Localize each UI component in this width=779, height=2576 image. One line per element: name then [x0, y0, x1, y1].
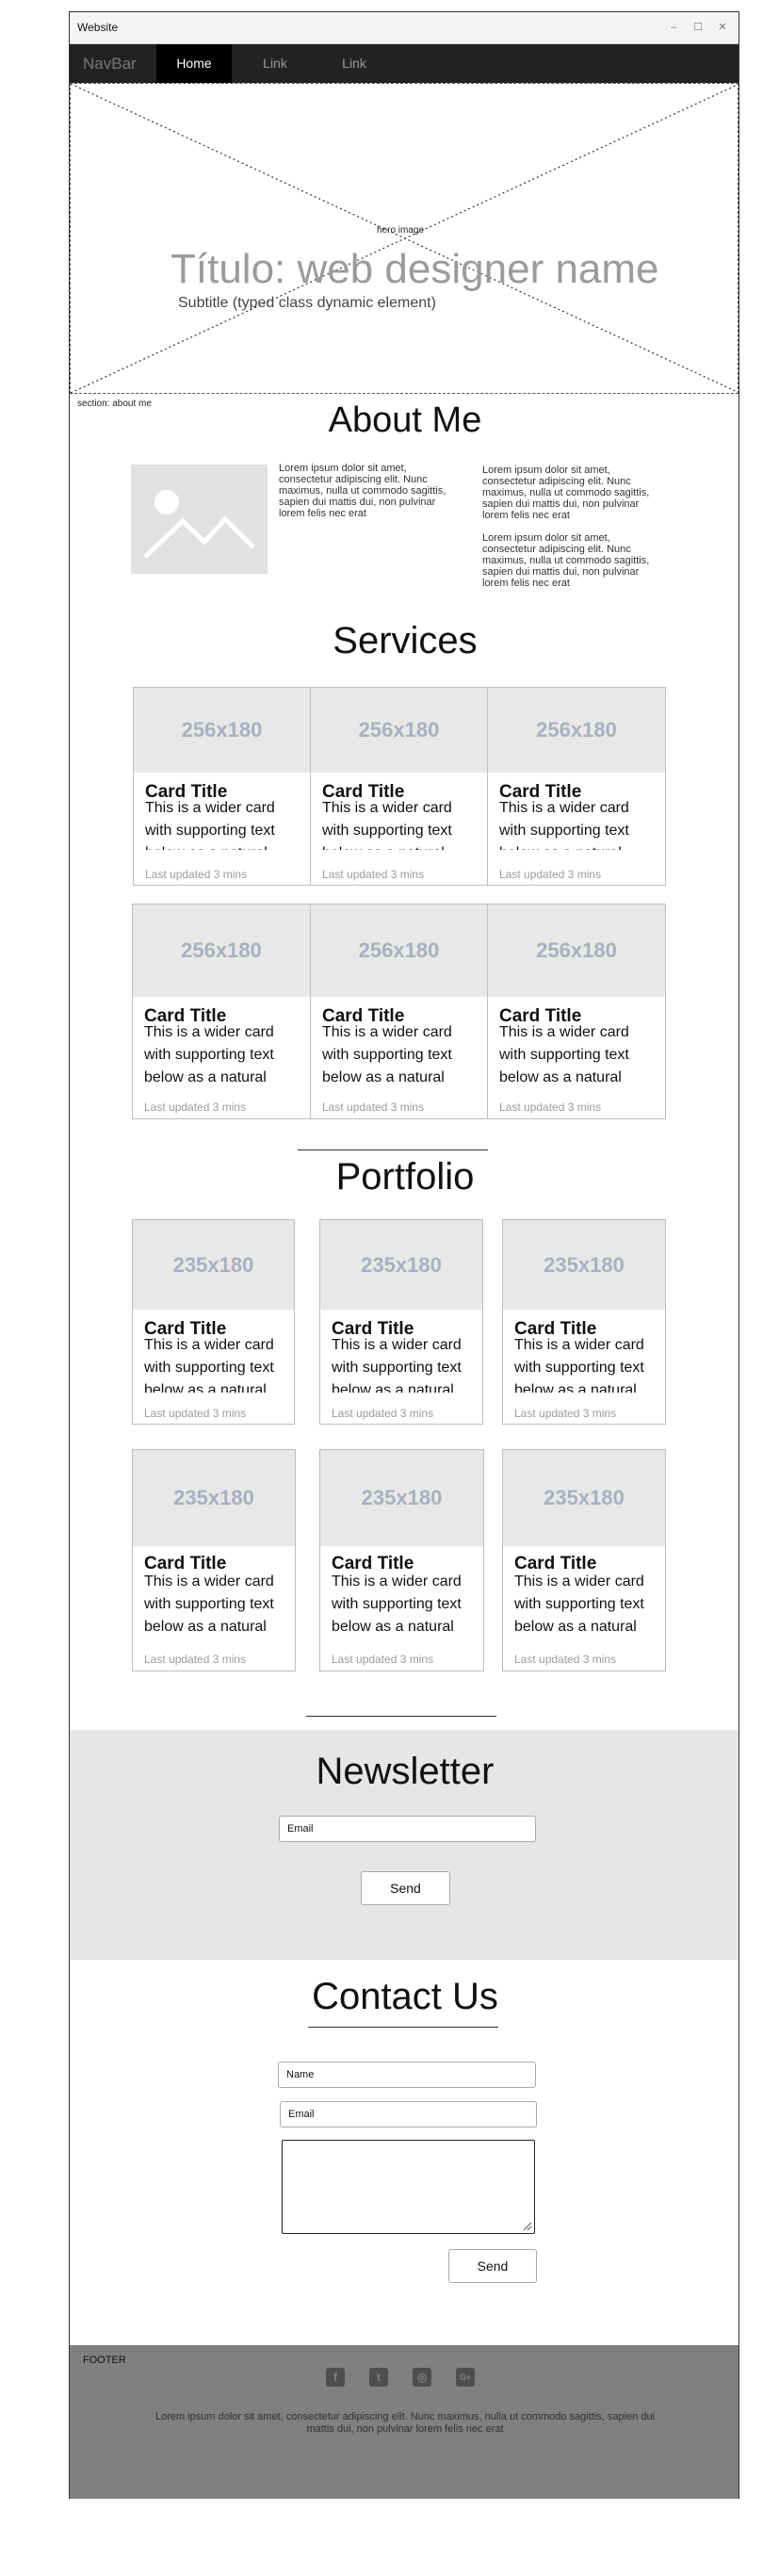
- contact-name-input[interactable]: Name: [278, 2062, 536, 2088]
- service-card[interactable]: 256x180 Card Title This is a wider card …: [132, 904, 311, 1119]
- portfolio-divider: [298, 1149, 488, 1150]
- facebook-icon[interactable]: f: [326, 2368, 345, 2387]
- card-image: 235x180: [320, 1220, 482, 1310]
- service-card[interactable]: 256x180 Card Title This is a wider card …: [310, 904, 488, 1119]
- maximize-icon[interactable]: ☐: [691, 21, 705, 34]
- service-card[interactable]: 256x180 Card Title This is a wider card …: [133, 687, 311, 886]
- card-image: 256x180: [488, 688, 665, 773]
- card-text: This is a wider card with supporting tex…: [332, 1337, 462, 1393]
- card-text: This is a wider card with supporting tex…: [145, 800, 275, 850]
- card-image: 256x180: [311, 905, 487, 997]
- card-footer: Last updated 3 mins: [322, 868, 425, 881]
- contact-divider: [308, 2027, 498, 2028]
- about-heading: About Me: [328, 400, 482, 440]
- footer-label: FOOTER: [83, 2355, 126, 2366]
- window-title: Website: [77, 21, 119, 34]
- portfolio-heading: Portfolio: [335, 1156, 475, 1198]
- card-footer: Last updated 3 mins: [144, 1101, 247, 1114]
- footer-text: Lorem ipsum dolor sit amet, consectetur …: [154, 2411, 656, 2435]
- contact-send-button[interactable]: Send: [448, 2249, 537, 2283]
- contact-heading: Contact Us: [312, 1976, 498, 2017]
- about-text-col2b: Lorem ipsum dolor sit amet, consectetur …: [482, 532, 650, 589]
- card-text: This is a wider card with supporting tex…: [144, 1024, 274, 1085]
- service-card[interactable]: 256x180 Card Title This is a wider card …: [487, 687, 666, 886]
- navbar-brand[interactable]: NavBar: [83, 55, 137, 73]
- newsletter-section: Newsletter Email Send: [70, 1730, 738, 1960]
- about-text-col2a: Lorem ipsum dolor sit amet, consectetur …: [482, 465, 650, 521]
- card-image: 235x180: [503, 1220, 665, 1310]
- about-text-col1: Lorem ipsum dolor sit amet, consectetur …: [279, 463, 446, 519]
- nav-link-1[interactable]: Link: [237, 44, 313, 83]
- card-footer: Last updated 3 mins: [499, 1101, 602, 1114]
- hero-subtitle: Subtitle (typed class dynamic element): [178, 295, 436, 311]
- card-image: 235x180: [133, 1220, 294, 1310]
- card-footer: Last updated 3 mins: [499, 868, 602, 881]
- newsletter-email-input[interactable]: Email: [279, 1816, 536, 1842]
- nav-link-home[interactable]: Home: [156, 44, 232, 83]
- contact-message-textarea[interactable]: [282, 2140, 535, 2234]
- service-card[interactable]: 256x180 Card Title This is a wider card …: [487, 904, 666, 1119]
- hero-image-label: hero image: [377, 225, 425, 236]
- card-footer: Last updated 3 mins: [514, 1407, 617, 1420]
- newsletter-divider: [306, 1716, 496, 1717]
- portfolio-card[interactable]: 235x180 Card Title This is a wider card …: [502, 1219, 666, 1425]
- card-image: 256x180: [488, 905, 665, 997]
- newsletter-send-button[interactable]: Send: [361, 1871, 450, 1905]
- card-text: This is a wider card with supporting tex…: [499, 1024, 629, 1085]
- card-text: This is a wider card with supporting tex…: [499, 800, 629, 850]
- nav-link-2[interactable]: Link: [316, 44, 392, 83]
- about-image-icon: [131, 465, 268, 574]
- hero-image-placeholder: hero image Título: web designer name Sub…: [70, 83, 739, 394]
- card-image: 235x180: [503, 1450, 665, 1546]
- card-image: 256x180: [311, 688, 487, 773]
- card-image: 235x180: [320, 1450, 483, 1546]
- close-icon[interactable]: ✕: [716, 21, 729, 34]
- card-footer: Last updated 3 mins: [322, 1101, 425, 1114]
- card-footer: Last updated 3 mins: [144, 1653, 247, 1666]
- portfolio-card[interactable]: 235x180 Card Title This is a wider card …: [502, 1449, 666, 1671]
- card-image: 235x180: [133, 1450, 295, 1546]
- card-text: This is a wider card with supporting tex…: [144, 1573, 274, 1635]
- services-heading: Services: [333, 620, 478, 661]
- newsletter-heading: Newsletter: [316, 1751, 495, 1792]
- twitter-icon[interactable]: t: [369, 2368, 388, 2387]
- portfolio-card[interactable]: 235x180 Card Title This is a wider card …: [319, 1219, 483, 1425]
- card-footer: Last updated 3 mins: [144, 1407, 247, 1420]
- minimize-icon[interactable]: –: [667, 21, 680, 34]
- card-text: This is a wider card with supporting tex…: [322, 800, 452, 850]
- card-text: This is a wider card with supporting tex…: [514, 1573, 644, 1635]
- portfolio-card[interactable]: 235x180 Card Title This is a wider card …: [132, 1449, 296, 1671]
- card-footer: Last updated 3 mins: [514, 1653, 617, 1666]
- google-plus-icon[interactable]: G+: [456, 2368, 475, 2387]
- resize-handle-icon[interactable]: [523, 2222, 532, 2231]
- card-footer: Last updated 3 mins: [332, 1653, 434, 1666]
- card-text: This is a wider card with supporting tex…: [332, 1573, 462, 1635]
- card-image: 256x180: [134, 688, 310, 773]
- portfolio-card[interactable]: 235x180 Card Title This is a wider card …: [319, 1449, 484, 1671]
- hero-cross-lines: [71, 84, 739, 393]
- portfolio-card[interactable]: 235x180 Card Title This is a wider card …: [132, 1219, 295, 1425]
- footer: FOOTER f t ◎ G+ Lorem ipsum dolor sit am…: [70, 2345, 738, 2499]
- card-footer: Last updated 3 mins: [145, 868, 248, 881]
- navbar: NavBar Home Link Link: [70, 44, 738, 83]
- card-image: 256x180: [133, 905, 310, 997]
- card-text: This is a wider card with supporting tex…: [144, 1337, 274, 1393]
- hero-title: Título: web designer name: [170, 246, 659, 292]
- instagram-icon[interactable]: ◎: [413, 2368, 431, 2387]
- card-footer: Last updated 3 mins: [332, 1407, 434, 1420]
- browser-window: Website – ☐ ✕ NavBar Home Link Link hero…: [69, 11, 739, 2499]
- service-card[interactable]: 256x180 Card Title This is a wider card …: [310, 687, 488, 886]
- contact-email-input[interactable]: Email: [280, 2101, 537, 2128]
- window-titlebar: Website – ☐ ✕: [70, 12, 738, 44]
- card-text: This is a wider card with supporting tex…: [514, 1337, 644, 1393]
- card-text: This is a wider card with supporting tex…: [322, 1024, 452, 1085]
